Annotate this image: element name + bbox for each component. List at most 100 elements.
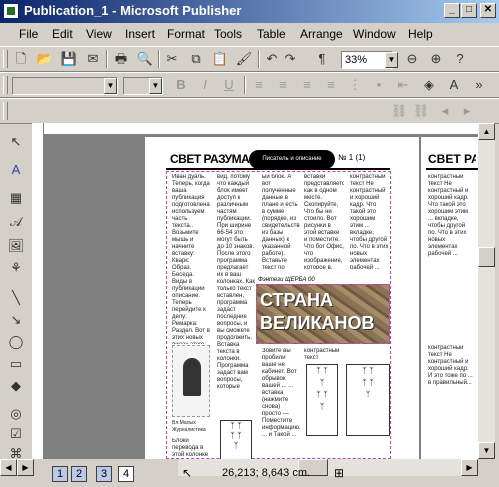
link-text-box-icon[interactable]: ⛓ — [390, 102, 408, 120]
toolbar-grip[interactable] — [3, 50, 8, 68]
print-icon[interactable]: 🖶 — [112, 50, 130, 68]
lower-column-4-title[interactable]: контрастный текст — [304, 348, 344, 360]
font-name-select[interactable] — [12, 77, 118, 95]
text-box-icon[interactable]: A — [6, 160, 26, 180]
toolbar-grip[interactable] — [3, 102, 8, 120]
form-control-icon[interactable]: ☑ — [6, 424, 26, 444]
next-page-column[interactable]: контрастный текст Не контрастный и хорош… — [428, 174, 474, 274]
more-buttons-icon[interactable]: » — [470, 76, 488, 94]
line-color-icon[interactable]: A — [445, 76, 463, 94]
cut-icon[interactable]: ✂ — [163, 50, 181, 68]
feature-caption[interactable]: Фэнтези ЩЕРБА 00 — [258, 277, 315, 283]
scroll-right-end-icon[interactable]: ▶ — [461, 459, 478, 476]
page-navigator-4[interactable]: 4 — [118, 466, 134, 482]
lower-column-5[interactable]: контрастный текст Не контрастный и хорош… — [428, 345, 474, 455]
article-column-3[interactable]: ый блок. А вот полученные данные в плане… — [262, 174, 300, 269]
hot-spot-icon[interactable]: ◎ — [6, 404, 26, 424]
menu-window[interactable]: Window — [353, 27, 396, 41]
article-column-4[interactable]: вставки представляется как в одном месте… — [304, 174, 344, 269]
menu-file[interactable]: File — [19, 27, 38, 41]
numbering-icon[interactable]: ⋮ — [346, 76, 364, 94]
wordart-icon[interactable]: 𝒜 — [6, 212, 26, 232]
zoom-in-icon[interactable]: ⊕ — [427, 50, 445, 68]
decrease-indent-icon[interactable]: ⇤ — [394, 76, 412, 94]
minimize-icon[interactable]: _ — [444, 3, 460, 18]
font-size-dropdown-icon[interactable]: ▼ — [149, 78, 162, 94]
vertical-scrollbar[interactable]: ▲ ▼ — [478, 123, 495, 459]
feature-title-line1[interactable]: СТРАНА — [260, 290, 333, 311]
page-navigator-2[interactable]: 2 — [71, 466, 87, 482]
special-characters-icon[interactable]: ¶ — [313, 50, 331, 68]
align-left-icon[interactable]: ≡ — [250, 76, 268, 94]
photo-frame[interactable] — [172, 345, 210, 417]
undo-icon[interactable]: ↶ — [263, 50, 281, 68]
underline-icon[interactable]: U — [220, 76, 238, 94]
vertical-scroll-thumb[interactable] — [478, 247, 495, 267]
select-objects-icon[interactable]: ↖ — [6, 132, 26, 152]
horizontal-ruler[interactable] — [32, 123, 478, 135]
toolbar-grip[interactable] — [3, 76, 8, 94]
page-navigator-1[interactable]: 1 — [52, 466, 68, 482]
article-column-5[interactable]: контрастный текст Не контрастный и хорош… — [350, 174, 390, 269]
unlink-text-box-icon[interactable]: ⛓ — [412, 102, 430, 120]
next-text-box-icon[interactable]: ▸ — [458, 102, 476, 120]
align-right-icon[interactable]: ≡ — [298, 76, 316, 94]
fill-color-icon[interactable]: ◈ — [420, 76, 438, 94]
new-document-icon[interactable]: 🗋 — [12, 50, 30, 68]
picture-frame-icon[interactable]: 🖼 — [6, 236, 26, 256]
publisher-app-icon[interactable] — [3, 3, 19, 19]
save-icon[interactable]: 💾 — [60, 50, 78, 68]
issue-number[interactable]: № 1 (1) — [338, 153, 365, 162]
rectangle-icon[interactable]: ▭ — [6, 354, 26, 374]
italic-icon[interactable]: I — [196, 76, 214, 94]
print-preview-icon[interactable]: 🔍 — [136, 50, 154, 68]
vertical-ruler[interactable] — [32, 123, 44, 459]
maximize-icon[interactable]: □ — [461, 3, 477, 18]
align-center-icon[interactable]: ≡ — [274, 76, 292, 94]
scroll-right-icon[interactable]: ▶ — [17, 459, 34, 476]
zoom-out-icon[interactable]: ⊖ — [403, 50, 421, 68]
scroll-down-icon[interactable]: ▼ — [478, 442, 495, 459]
autoshapes-icon[interactable]: ◆ — [6, 376, 26, 396]
menu-edit[interactable]: Edit — [52, 27, 73, 41]
banner-label[interactable]: Писатель и описание — [249, 150, 335, 169]
menu-insert[interactable]: Insert — [125, 27, 155, 41]
illustration-box-1[interactable]: ᛉ ᛉᛉ ᛉᛉ — [220, 420, 252, 460]
table-frame-icon[interactable]: ▦ — [6, 188, 26, 208]
redo-icon[interactable]: ↷ — [281, 50, 299, 68]
lower-column-1[interactable]: Блоки перевода в этой колонке ... — [172, 438, 210, 458]
menu-table[interactable]: Table — [257, 27, 286, 41]
illustration-box-3[interactable]: ᛉ ᛉᛉ ᛉᛉ — [346, 364, 390, 436]
menu-arrange[interactable]: Arrange — [300, 27, 343, 41]
bullets-icon[interactable]: • — [370, 76, 388, 94]
next-page-title[interactable]: СВЕТ РАЗУ — [428, 152, 476, 166]
oval-icon[interactable]: ◯ — [6, 332, 26, 352]
help-icon[interactable]: ? — [451, 50, 469, 68]
menu-help[interactable]: Help — [408, 27, 433, 41]
illustration-box-2[interactable]: ᛉ ᛉᛉᛉ ᛉᛉ — [306, 364, 338, 436]
format-painter-icon[interactable]: 🖌 — [235, 50, 253, 68]
close-icon[interactable]: ✕ — [480, 3, 496, 18]
font-dropdown-icon[interactable]: ▼ — [104, 78, 117, 94]
arrow-icon[interactable]: ↘ — [6, 310, 26, 330]
clip-art-icon[interactable]: ⚘ — [6, 258, 26, 278]
justify-icon[interactable]: ≡ — [322, 76, 340, 94]
line-icon[interactable]: ╲ — [6, 288, 26, 308]
menu-format[interactable]: Format — [167, 27, 205, 41]
article-column-1[interactable]: Иван дуаль. Теперь, когда ваша публикаци… — [172, 174, 210, 344]
copy-icon[interactable]: ⧉ — [187, 50, 205, 68]
bold-icon[interactable]: B — [172, 76, 190, 94]
paste-icon[interactable]: 📋 — [211, 50, 229, 68]
scroll-left-icon[interactable]: ◀ — [0, 459, 17, 476]
previous-text-box-icon[interactable]: ◂ — [436, 102, 454, 120]
scroll-up-icon[interactable]: ▲ — [478, 123, 495, 140]
menu-view[interactable]: View — [86, 27, 112, 41]
open-folder-icon[interactable]: 📂 — [36, 50, 54, 68]
feature-title-line2[interactable]: ВЕЛИКАНОВ — [260, 313, 375, 334]
photo-caption[interactable]: Вл.Малых Журналистика — [172, 420, 210, 434]
article-column-2[interactable]: вид, потому что каждый блок имеет доступ… — [217, 174, 255, 389]
zoom-dropdown-icon[interactable]: ▼ — [385, 52, 398, 68]
page-navigator-3[interactable]: 3 — [96, 466, 112, 482]
menu-tools[interactable]: Tools — [214, 27, 242, 41]
mail-icon[interactable]: ✉ — [84, 50, 102, 68]
